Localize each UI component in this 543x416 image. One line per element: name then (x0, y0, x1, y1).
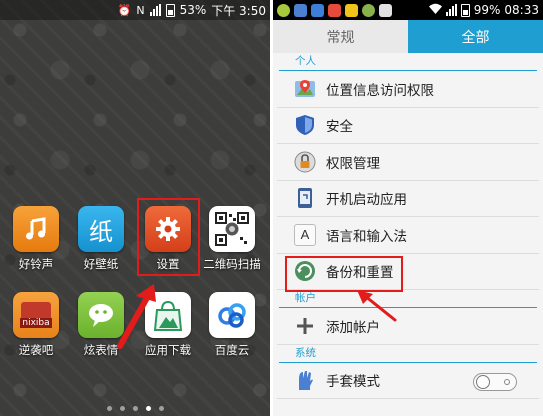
battery-icon (165, 3, 175, 17)
language-a-icon: A (294, 223, 316, 246)
nfc-icon: N (136, 3, 145, 17)
section-header-accounts: 帐户 (279, 290, 537, 308)
shield-icon (294, 114, 316, 136)
page-dot (132, 406, 138, 411)
settings-screen: 99% 08:33 常规 全部 个人 位置信息访问权限 安全 权限管理 开机启动… (273, 0, 543, 416)
clock: 08:33 (504, 3, 539, 17)
glove-mode-toggle[interactable] (473, 372, 517, 391)
pointer-arrow (117, 284, 156, 349)
location-icon (294, 78, 316, 100)
tab-general[interactable]: 常规 (273, 20, 408, 53)
app-label: 好壁纸 (83, 257, 119, 271)
settings-item-security[interactable]: 安全 (277, 108, 539, 144)
app-label: 二维码扫描 (203, 257, 261, 271)
app-wallpaper[interactable]: 纸 好壁纸 (70, 206, 132, 272)
notification-app-icon (379, 3, 392, 17)
settings-item-add-account[interactable]: 添加帐户 (277, 308, 539, 345)
home-screen: ⏰ N 53% 下午 3:50 好铃声 纸 好壁纸 设置 二维码扫描 nixib… (0, 0, 270, 416)
signal-icon (445, 4, 457, 16)
settings-item-label: 安全 (326, 119, 353, 136)
tab-all[interactable]: 全部 (408, 20, 543, 53)
app-qr-scanner[interactable]: 二维码扫描 (201, 206, 263, 272)
status-bar: 99% 08:33 (273, 0, 543, 20)
settings-highlight-box (137, 198, 200, 276)
clock: 下午 3:50 (211, 3, 266, 18)
startup-app-icon (294, 187, 316, 209)
battery-percent: 99% (473, 3, 501, 17)
settings-item-location[interactable]: 位置信息访问权限 (277, 71, 539, 108)
settings-item-label: 位置信息访问权限 (326, 82, 434, 99)
settings-item-glove-mode[interactable]: 手套模式 (277, 363, 539, 399)
settings-tabs: 常规 全部 (273, 20, 543, 53)
notification-app-icon (345, 3, 358, 17)
toggle-knob (476, 374, 490, 389)
settings-item-label: 手套模式 (326, 374, 380, 391)
settings-item-permissions[interactable]: 权限管理 (277, 144, 539, 181)
signal-icon (149, 4, 161, 16)
battery-percent: 53% (179, 3, 207, 17)
settings-item-label: 权限管理 (326, 155, 380, 172)
plus-icon (294, 315, 316, 337)
settings-item-label: 开机启动应用 (326, 192, 407, 209)
music-note-icon (13, 206, 59, 252)
notification-app-icon (362, 3, 375, 17)
nixiba-icon: nixiba (13, 292, 59, 338)
app-label: 好铃声 (18, 257, 54, 271)
notification-app-icon (277, 3, 290, 17)
toggle-off-indicator (504, 378, 510, 385)
notification-app-icon (311, 3, 324, 17)
permission-lock-icon (294, 151, 316, 173)
page-indicator (0, 406, 270, 411)
status-bar: ⏰ N 53% 下午 3:50 (0, 0, 270, 20)
nixiba-logo-text: nixiba (20, 318, 52, 328)
notification-app-icon (328, 3, 341, 17)
baidu-cloud-icon (209, 292, 255, 338)
section-header-personal: 个人 (279, 53, 537, 71)
app-nixiba[interactable]: nixiba 逆袭吧 (5, 292, 67, 358)
app-ringtone[interactable]: 好铃声 (5, 206, 67, 272)
alarm-icon: ⏰ (117, 3, 132, 17)
settings-item-label: 语言和输入法 (326, 228, 407, 245)
page-dot-active (145, 406, 151, 411)
wallpaper-icon: 纸 (78, 206, 124, 252)
notification-app-icon (294, 3, 307, 17)
wifi-icon (428, 3, 442, 17)
glove-icon (294, 369, 316, 391)
qr-code-icon (209, 206, 255, 252)
section-header-system: 系统 (279, 345, 537, 363)
battery-icon (460, 3, 470, 17)
app-baidu-cloud[interactable]: 百度云 (201, 292, 263, 358)
pointer-arrow (357, 290, 397, 322)
app-label: 百度云 (214, 343, 250, 357)
page-dot (106, 406, 112, 411)
page-dot (119, 406, 125, 411)
app-label: 逆袭吧 (18, 343, 54, 357)
settings-item-language-input[interactable]: A 语言和输入法 (277, 217, 539, 254)
settings-item-startup-apps[interactable]: 开机启动应用 (277, 181, 539, 217)
page-dot (158, 406, 164, 411)
